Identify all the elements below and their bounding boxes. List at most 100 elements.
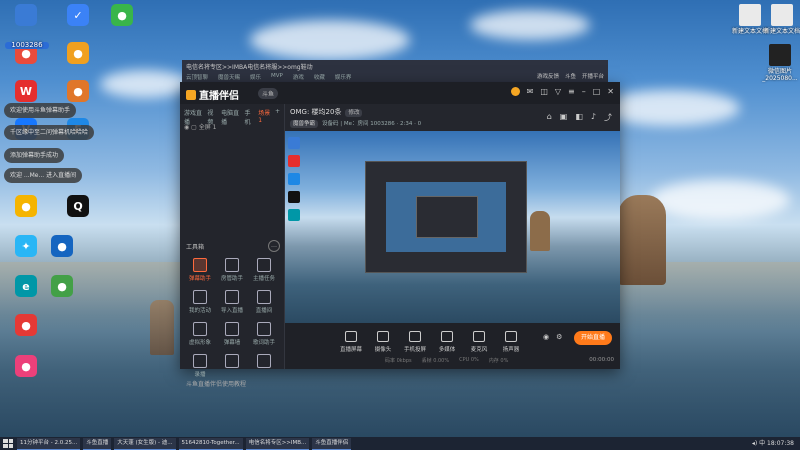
tab-2[interactable]: 电脑直播 <box>221 108 240 126</box>
add-tab-icon[interactable]: + <box>275 108 280 126</box>
go-live-button[interactable]: 开始直播 <box>574 331 612 345</box>
taskbar-task[interactable]: 电信名将专区>>IMB... <box>245 437 310 450</box>
scene-row[interactable]: ◉ ▢ 全屏 1 <box>184 122 217 131</box>
tool-item[interactable]: 主播任务 <box>248 258 280 282</box>
bottom-tool-label: 麦克风 <box>470 347 488 353</box>
background-tab[interactable]: 娱乐 <box>250 73 261 81</box>
avatar-icon[interactable] <box>510 87 520 96</box>
minimize-icon[interactable]: – <box>582 87 586 96</box>
taskbar-clock[interactable]: 18:07:38 <box>767 440 794 447</box>
desktop-icon[interactable]: ● <box>40 275 84 299</box>
close-icon[interactable]: ✕ <box>607 87 614 96</box>
tab-3[interactable]: 手机 <box>244 108 254 126</box>
lock-icon[interactable]: ▢ <box>191 124 197 131</box>
desktop-icon[interactable]: 微信图片_2025080... <box>758 44 800 82</box>
bottom-tool-button[interactable]: 摄像头 <box>372 331 394 353</box>
desktop-icon[interactable]: ● <box>4 355 48 379</box>
edit-room-tag[interactable]: 修改 <box>345 109 363 117</box>
volume-icon[interactable]: ◂) <box>752 440 757 447</box>
settings-icon[interactable]: ⚙ <box>556 333 562 341</box>
tool-item[interactable]: 弹幕助手 <box>184 258 216 282</box>
app-name: 直播伴侣 <box>199 91 239 102</box>
app-icon: ● <box>15 195 37 217</box>
share-icon[interactable]: ⤴ <box>604 112 612 123</box>
layout-icon[interactable]: ▣ <box>560 112 568 123</box>
shirt-icon[interactable]: ▽ <box>555 87 561 96</box>
bottom-tool-button[interactable]: 直播屏幕 <box>340 331 362 353</box>
tool-item[interactable]: 录播 <box>184 354 216 378</box>
taskbar-task[interactable]: 斗鱼直播伴侣 <box>312 437 352 450</box>
taskbar-task[interactable]: 51642810-Together... <box>178 437 243 450</box>
app-icon: ● <box>111 4 133 26</box>
background-tab[interactable]: 游戏 <box>293 73 304 81</box>
desktop-icon[interactable]: ● <box>100 4 144 28</box>
maximize-icon[interactable]: □ <box>593 87 601 96</box>
eye-icon[interactable]: ◉ <box>543 333 549 341</box>
tool-item[interactable]: 弹幕墙 <box>216 322 248 346</box>
ime-icon[interactable]: 中 <box>759 440 765 447</box>
app-icon: ● <box>15 355 37 377</box>
desktop-icon[interactable]: ● <box>56 80 100 104</box>
desktop-icon[interactable]: ● <box>4 195 48 219</box>
bottom-tool-button[interactable]: 扬声器 <box>500 331 522 353</box>
desktop-icon[interactable]: ✓ <box>56 4 100 28</box>
more-tools-icon[interactable]: … <box>268 240 280 252</box>
background-right-tab[interactable]: 斗鱼 <box>565 72 576 80</box>
taskbar-task[interactable]: 斗鱼直播 <box>83 437 112 450</box>
bell-icon[interactable]: ♪ <box>591 112 596 123</box>
tool-label: 弹幕助手 <box>188 276 211 282</box>
tool-label: 弹幕墙 <box>223 340 241 346</box>
taskbar-task[interactable]: 大天蓬 (女生版) - 迪... <box>114 437 176 450</box>
tool-item[interactable]: 虚拟形象 <box>184 322 216 346</box>
mail-icon[interactable]: ✉ <box>527 87 534 96</box>
bottom-tool-button[interactable]: 多媒体 <box>436 331 458 353</box>
bottom-tool-button[interactable]: 手机投屏 <box>404 331 426 353</box>
desktop-icon[interactable]: ● <box>40 235 84 259</box>
gift-icon[interactable]: ◫ <box>540 87 548 96</box>
preview-deep-window <box>416 196 478 238</box>
bottom-tool-label: 直播屏幕 <box>340 347 363 353</box>
background-tab[interactable]: 娱乐界 <box>335 73 352 81</box>
live-preview[interactable] <box>285 131 620 323</box>
taskbar-task[interactable]: 11分钟平台 - 2.0.25... <box>17 437 81 450</box>
app-icon: e <box>15 275 37 297</box>
desktop-icon[interactable]: ● <box>56 42 100 66</box>
desktop-icon[interactable]: 新建文本文档 <box>760 4 800 35</box>
background-right-tab[interactable]: 开播平台 <box>582 72 604 80</box>
background-tab[interactable]: 魔兽天赐 <box>218 73 240 81</box>
notification-toast: 千区缘中至二问弹幕机哈哈哈 <box>4 125 95 140</box>
desktop-icon[interactable]: W <box>4 80 48 104</box>
bottom-tool-button[interactable]: 麦克风 <box>468 331 490 353</box>
menu-icon[interactable]: ≡ <box>568 87 575 96</box>
background-window[interactable]: 电信名将专区>>IMBA电信名将服>>omg鞋动 云顶智聊 魔兽天赐 娱乐 MVP 游戏… <box>182 60 608 84</box>
tool-item[interactable]: 歌词助手 <box>248 322 280 346</box>
cloud <box>470 10 590 40</box>
tool-item[interactable]: 房管助手 <box>216 258 248 282</box>
tool-item[interactable] <box>216 354 248 378</box>
tool-item[interactable]: 直播间 <box>248 290 280 314</box>
room-meta: 魔兽争霸 设备码 | Me：房间 1003286 · 2:34 · 0 <box>290 119 421 128</box>
home-icon[interactable]: ⌂ <box>547 112 552 123</box>
background-tab[interactable]: MVP <box>271 73 283 81</box>
desktop-icon[interactable] <box>4 4 48 28</box>
desktop-room-id: 1003286 <box>5 40 49 49</box>
background-right-tab[interactable]: 游戏反馈 <box>537 72 559 80</box>
desktop-icon[interactable]: ● <box>4 314 48 338</box>
file-icon <box>771 4 793 26</box>
tool-item[interactable]: 我的活动 <box>184 290 216 314</box>
eye-icon[interactable]: ◉ <box>184 124 189 131</box>
tool-item[interactable]: 导入直播 <box>216 290 248 314</box>
background-tab[interactable]: 云顶智聊 <box>186 73 208 81</box>
start-button[interactable] <box>3 439 13 448</box>
platform-badge[interactable]: 斗鱼 <box>258 88 279 99</box>
pip-icon[interactable]: ◧ <box>575 112 583 123</box>
tab-4[interactable]: 场景1 <box>258 108 271 126</box>
scene-label: 全屏 1 <box>198 124 217 131</box>
notification-toast: 添加弹幕助手成功 <box>4 148 65 163</box>
tool-item[interactable] <box>248 354 280 378</box>
background-tab[interactable]: 收藏 <box>314 73 325 81</box>
tool-icon <box>257 258 271 272</box>
category-tag[interactable]: 魔兽争霸 <box>290 120 319 128</box>
desktop-icon[interactable]: Q <box>56 195 100 219</box>
tutorial-link[interactable]: 斗鱼直播伴侣使用教程 <box>186 379 246 388</box>
